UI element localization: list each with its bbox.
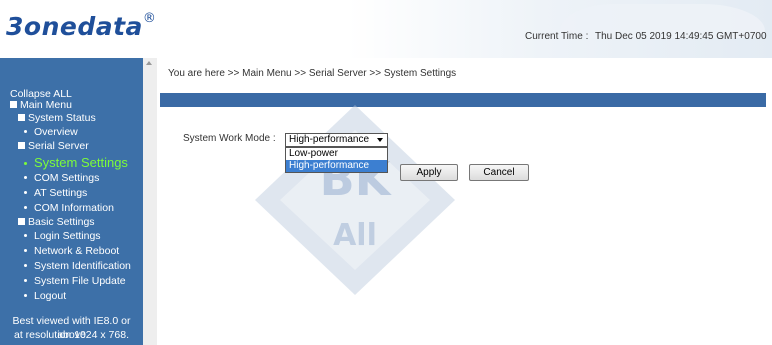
sidebar-item-label: Login Settings (34, 230, 101, 242)
sidebar-item-system-settings[interactable]: System Settings (24, 156, 128, 170)
header: 3onedata® Current Time : Thu Dec 05 2019… (0, 0, 772, 58)
selected-value: High-performance (289, 134, 370, 145)
sidebar-item-label: AT Settings (34, 187, 88, 199)
collapse-icon (18, 142, 25, 149)
scroll-up-arrow-icon[interactable] (146, 61, 152, 65)
work-mode-dropdown-list: Low-power High-performance (285, 147, 388, 173)
option-high-performance[interactable]: High-performance (286, 160, 387, 172)
sidebar-item-login-settings[interactable]: Login Settings (24, 230, 101, 242)
registered-mark: ® (142, 10, 157, 26)
bullet-icon (24, 264, 27, 267)
bullet-icon (24, 162, 27, 165)
sidebar-item-system-identification[interactable]: System Identification (24, 260, 131, 272)
apply-button[interactable]: Apply (400, 164, 458, 181)
sidebar-item-label: System Identification (34, 260, 131, 272)
menu-system-status[interactable]: System Status (18, 112, 96, 124)
collapse-icon (10, 101, 17, 108)
sidebar-scrollbar[interactable] (143, 58, 157, 345)
collapse-icon (18, 114, 25, 121)
sidebar-item-at-settings[interactable]: AT Settings (24, 187, 87, 199)
system-work-mode-label: System Work Mode : (183, 133, 276, 144)
sidebar-menu: Collapse ALL Main Menu System Status Ove… (0, 58, 143, 345)
menu-main-label: Main Menu (20, 99, 72, 111)
system-work-mode-select[interactable]: High-performance (285, 133, 388, 147)
menu-system-status-label: System Status (28, 112, 96, 124)
bullet-icon (24, 206, 27, 209)
watermark-logo: BK All (255, 105, 455, 295)
sidebar-item-label: System File Update (34, 275, 126, 287)
sidebar-item-label: Overview (34, 126, 78, 138)
menu-serial-server-label: Serial Server (28, 140, 89, 152)
bullet-icon (24, 234, 27, 237)
menu-serial-server[interactable]: Serial Server (18, 140, 89, 152)
sidebar-item-label: COM Information (34, 202, 114, 214)
bullet-icon (24, 279, 27, 282)
sidebar-item-logout[interactable]: Logout (24, 290, 66, 302)
cancel-button[interactable]: Cancel (469, 164, 529, 181)
logo: 3onedata® (6, 10, 157, 41)
sidebar-item-label: System Settings (34, 155, 128, 170)
option-low-power[interactable]: Low-power (286, 148, 387, 160)
sidebar-item-network-reboot[interactable]: Network & Reboot (24, 245, 119, 257)
breadcrumb: You are here >> Main Menu >> Serial Serv… (168, 68, 457, 79)
sidebar-item-label: Logout (34, 290, 67, 302)
sidebar-item-com-settings[interactable]: COM Settings (24, 172, 99, 184)
bullet-icon (24, 191, 27, 194)
dropdown-arrow-icon (377, 138, 383, 142)
bullet-icon (24, 249, 27, 252)
menu-main[interactable]: Main Menu (10, 99, 72, 111)
sidebar-item-system-file-update[interactable]: System File Update (24, 275, 126, 287)
sidebar-item-com-information[interactable]: COM Information (24, 202, 114, 214)
current-time-value: Thu Dec 05 2019 14:49:45 GMT+0700 (595, 31, 767, 42)
bullet-icon (24, 176, 27, 179)
menu-basic-settings[interactable]: Basic Settings (18, 216, 95, 228)
sidebar-item-label: COM Settings (34, 172, 100, 184)
watermark-text-bottom: All (333, 218, 377, 253)
bullet-icon (24, 130, 27, 133)
collapse-icon (18, 218, 25, 225)
browser-note-line2: at resolution 1024 x 768. (14, 329, 129, 341)
logo-text: 3onedata (6, 12, 143, 41)
sidebar-item-label: Network & Reboot (34, 245, 120, 257)
bullet-icon (24, 294, 27, 297)
sidebar-item-overview[interactable]: Overview (24, 126, 78, 138)
menu-basic-settings-label: Basic Settings (28, 216, 95, 228)
current-time-label: Current Time : (525, 31, 589, 42)
